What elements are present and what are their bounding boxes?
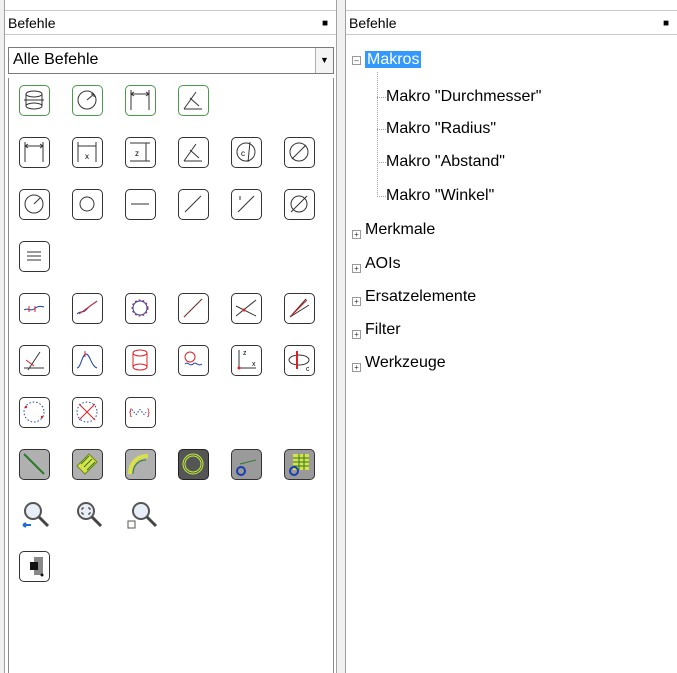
svg-text:z: z — [135, 149, 139, 158]
svg-text:c: c — [241, 149, 245, 158]
angle-lines-icon[interactable] — [284, 293, 315, 324]
commands-panel-right: Befehle ■ – Makros Makro "Durchmesser" M… — [345, 0, 677, 673]
aoi-circle-icon[interactable] — [178, 449, 209, 480]
cross-line-icon[interactable] — [284, 189, 315, 220]
pin-icon[interactable]: ■ — [322, 11, 328, 36]
expand-icon[interactable]: + — [352, 363, 361, 372]
svg-text:{: { — [129, 407, 132, 417]
tree-item-ersatzelemente[interactable]: Ersatzelemente — [365, 286, 476, 308]
zoom-back-icon[interactable] — [19, 499, 53, 533]
expand-icon[interactable]: + — [352, 230, 361, 239]
tree-item-filter[interactable]: Filter — [365, 319, 401, 341]
contrast-icon[interactable] — [19, 551, 50, 582]
tree-item-label: Makro "Radius" — [386, 120, 497, 137]
zoom-fit-icon[interactable] — [72, 499, 106, 533]
radius-icon[interactable] — [19, 189, 50, 220]
tree-item-label: Merkmale — [365, 221, 436, 238]
svg-text:c: c — [306, 366, 310, 373]
distance-x-icon[interactable]: x — [72, 137, 103, 168]
circle-cross-icon[interactable] — [72, 397, 103, 428]
tree-connector — [377, 196, 386, 197]
command-toolbox: x z c z x c {} — [8, 78, 334, 673]
circle-fit-icon[interactable] — [125, 293, 156, 324]
commands-panel-left: Befehle ■ Alle Befehle ▼ x z c z x c {} — [4, 0, 337, 673]
distance-z-icon[interactable]: z — [125, 137, 156, 168]
aoi-refresh-icon[interactable] — [231, 449, 262, 480]
peak-icon[interactable] — [72, 345, 103, 376]
profile-fit-icon[interactable] — [72, 293, 103, 324]
circle-icon[interactable] — [72, 189, 103, 220]
tree-item-makros[interactable]: Makros — [365, 49, 422, 71]
tree-item-label: Makro "Abstand" — [386, 153, 505, 170]
pin-icon[interactable]: ■ — [663, 11, 669, 36]
tree-item-label: Filter — [365, 321, 401, 338]
panel-title: Befehle — [349, 15, 397, 31]
svg-text:}: } — [147, 407, 150, 417]
parallel-lines-icon[interactable] — [19, 241, 50, 272]
zoom-box-icon[interactable] — [125, 499, 159, 533]
tree-item-label: AOIs — [365, 255, 401, 272]
panel-title: Befehle — [8, 15, 56, 31]
expand-icon[interactable]: + — [352, 297, 361, 306]
tree-connector — [377, 129, 386, 130]
tree-item-macro[interactable]: Makro "Radius" — [386, 118, 496, 140]
command-filter-select[interactable]: Alle Befehle ▼ — [8, 47, 334, 74]
tree-item-macro[interactable]: Makro "Durchmesser" — [386, 86, 541, 108]
tree-connector — [377, 162, 386, 163]
distance-icon[interactable] — [125, 85, 156, 116]
cylinder-measure-icon[interactable] — [19, 85, 50, 116]
intersection-icon[interactable] — [231, 293, 262, 324]
curve-dotted-icon[interactable]: {} — [125, 397, 156, 428]
tree-connector — [377, 72, 378, 197]
panel-title-bar[interactable]: Befehle ■ — [5, 10, 336, 35]
svg-text:x: x — [252, 361, 256, 368]
tree-item-werkzeuge[interactable]: Werkzeuge — [365, 352, 446, 374]
tree-item-aois[interactable]: AOIs — [365, 253, 401, 275]
command-filter-value: Alle Befehle — [13, 51, 99, 68]
line-diagonal-icon[interactable] — [178, 189, 209, 220]
aoi-grid-icon[interactable] — [284, 449, 315, 480]
tree-item-label: Werkzeuge — [365, 354, 446, 371]
angle-icon[interactable] — [178, 85, 209, 116]
aoi-arc-icon[interactable] — [125, 449, 156, 480]
svg-text:z: z — [243, 350, 247, 357]
tree-item-merkmale[interactable]: Merkmale — [365, 219, 435, 241]
profile-curve-icon[interactable] — [19, 293, 50, 324]
angle-c-icon[interactable]: c — [231, 137, 262, 168]
cylinder-fit-icon[interactable] — [125, 345, 156, 376]
wave-icon[interactable] — [178, 345, 209, 376]
tree-item-macro[interactable]: Makro "Abstand" — [386, 151, 505, 173]
collapse-icon[interactable]: – — [352, 56, 361, 65]
tree-item-macro[interactable]: Makro "Winkel" — [386, 185, 494, 207]
tree-connector — [377, 97, 386, 98]
chevron-down-icon[interactable]: ▼ — [315, 48, 333, 73]
angle-point-icon[interactable] — [19, 345, 50, 376]
tree-item-label: Makro "Durchmesser" — [386, 88, 542, 105]
angle-icon[interactable] — [178, 137, 209, 168]
line-icon[interactable] — [125, 189, 156, 220]
expand-icon[interactable]: + — [352, 264, 361, 273]
aoi-line-icon[interactable] — [19, 449, 50, 480]
ellipse-c-icon[interactable]: c — [284, 345, 315, 376]
line-fit-icon[interactable] — [178, 293, 209, 324]
axis-system-icon[interactable]: zx — [231, 345, 262, 376]
svg-text:x: x — [85, 152, 89, 161]
panel-title-bar[interactable]: Befehle ■ — [346, 10, 677, 35]
aoi-area-icon[interactable] — [72, 449, 103, 480]
tree-item-label: Makro "Winkel" — [386, 187, 495, 204]
circle-dotted-icon[interactable] — [19, 397, 50, 428]
line-offset-icon[interactable] — [231, 189, 262, 220]
tree-item-label: Makros — [365, 51, 422, 68]
diameter-icon[interactable] — [72, 85, 103, 116]
tree-item-label: Ersatzelemente — [365, 288, 477, 305]
expand-icon[interactable]: + — [352, 330, 361, 339]
diameter-icon[interactable] — [284, 137, 315, 168]
distance-icon[interactable] — [19, 137, 50, 168]
